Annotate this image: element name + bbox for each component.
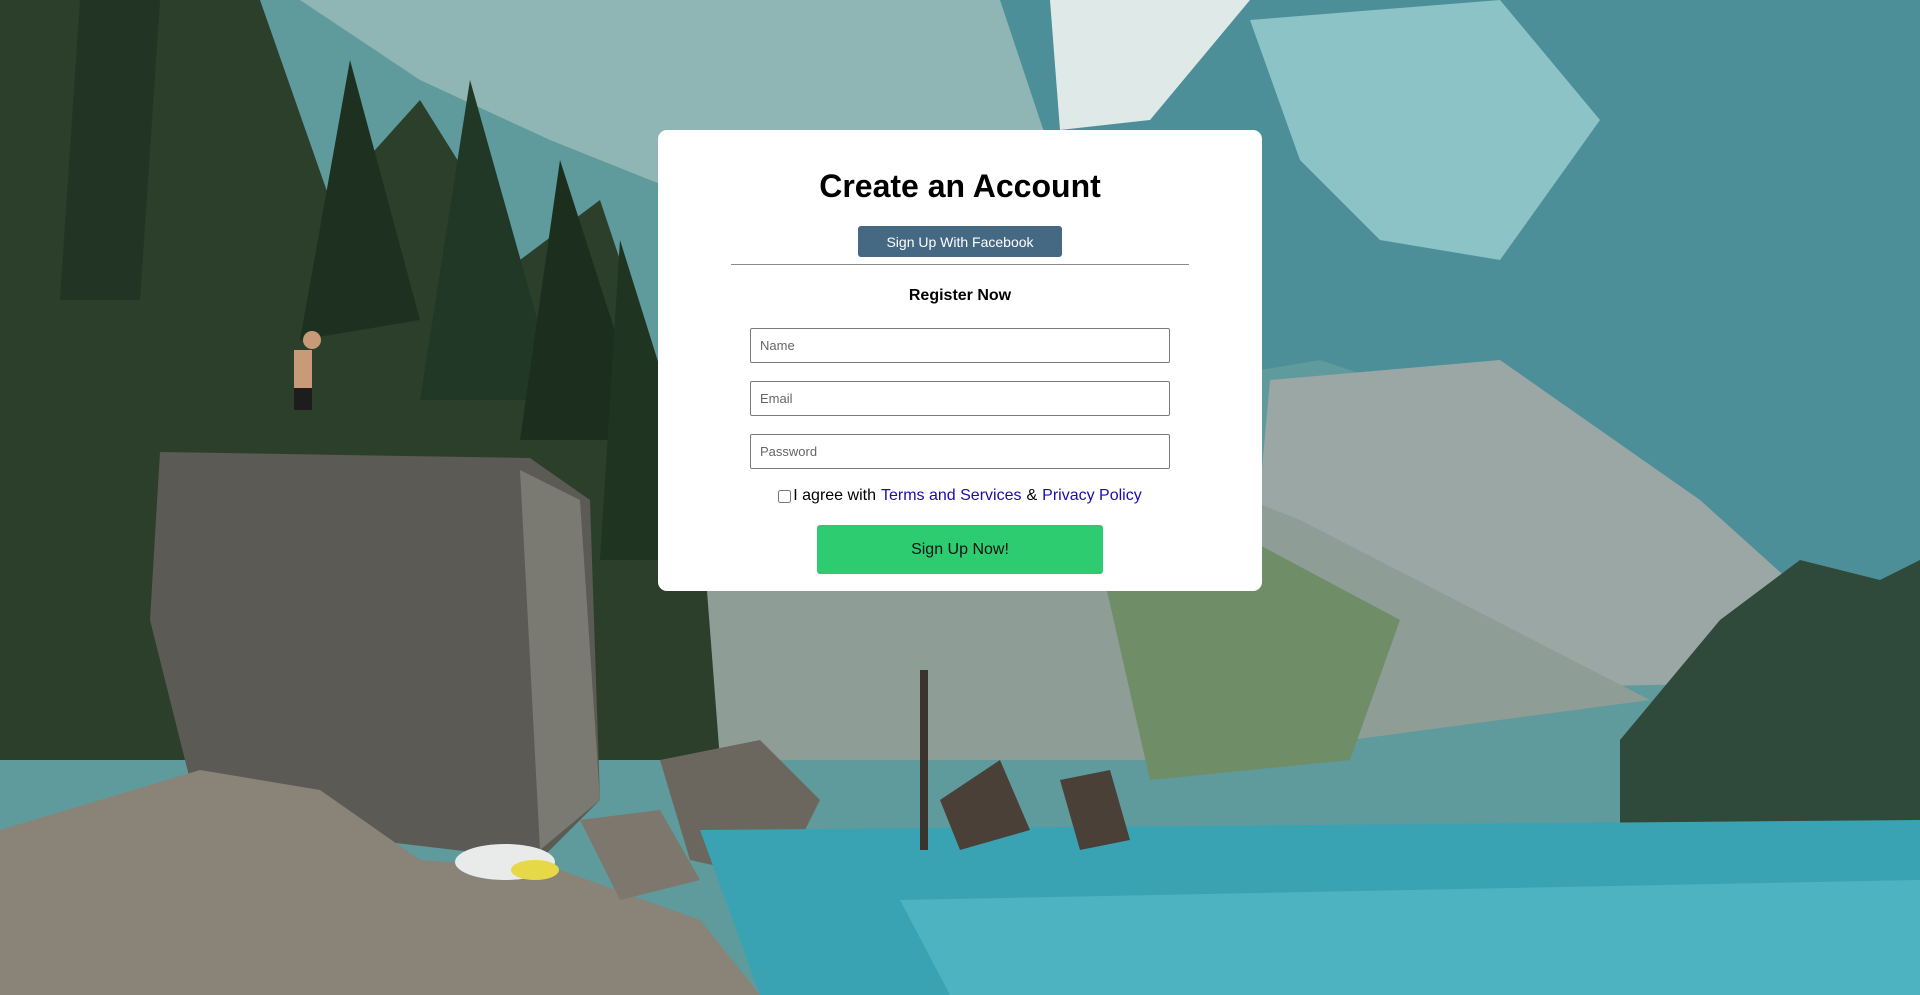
terms-link[interactable]: Terms and Services bbox=[881, 487, 1022, 505]
terms-agreement: I agree with Terms and Services & Privac… bbox=[658, 487, 1262, 505]
signup-submit-button[interactable]: Sign Up Now! bbox=[817, 525, 1103, 574]
agree-text: I agree with bbox=[793, 487, 876, 504]
terms-checkbox[interactable] bbox=[778, 489, 792, 503]
page-title: Create an Account bbox=[819, 168, 1101, 204]
divider bbox=[731, 264, 1189, 265]
name-input[interactable] bbox=[750, 328, 1170, 363]
signup-card: Create an Account Sign Up With Facebook … bbox=[658, 130, 1262, 591]
privacy-link[interactable]: Privacy Policy bbox=[1042, 487, 1142, 505]
email-input[interactable] bbox=[750, 381, 1170, 416]
facebook-signup-button[interactable]: Sign Up With Facebook bbox=[858, 226, 1062, 257]
register-subtitle: Register Now bbox=[908, 287, 1012, 304]
password-input[interactable] bbox=[750, 434, 1170, 469]
ampersand-text: & bbox=[1026, 487, 1038, 504]
